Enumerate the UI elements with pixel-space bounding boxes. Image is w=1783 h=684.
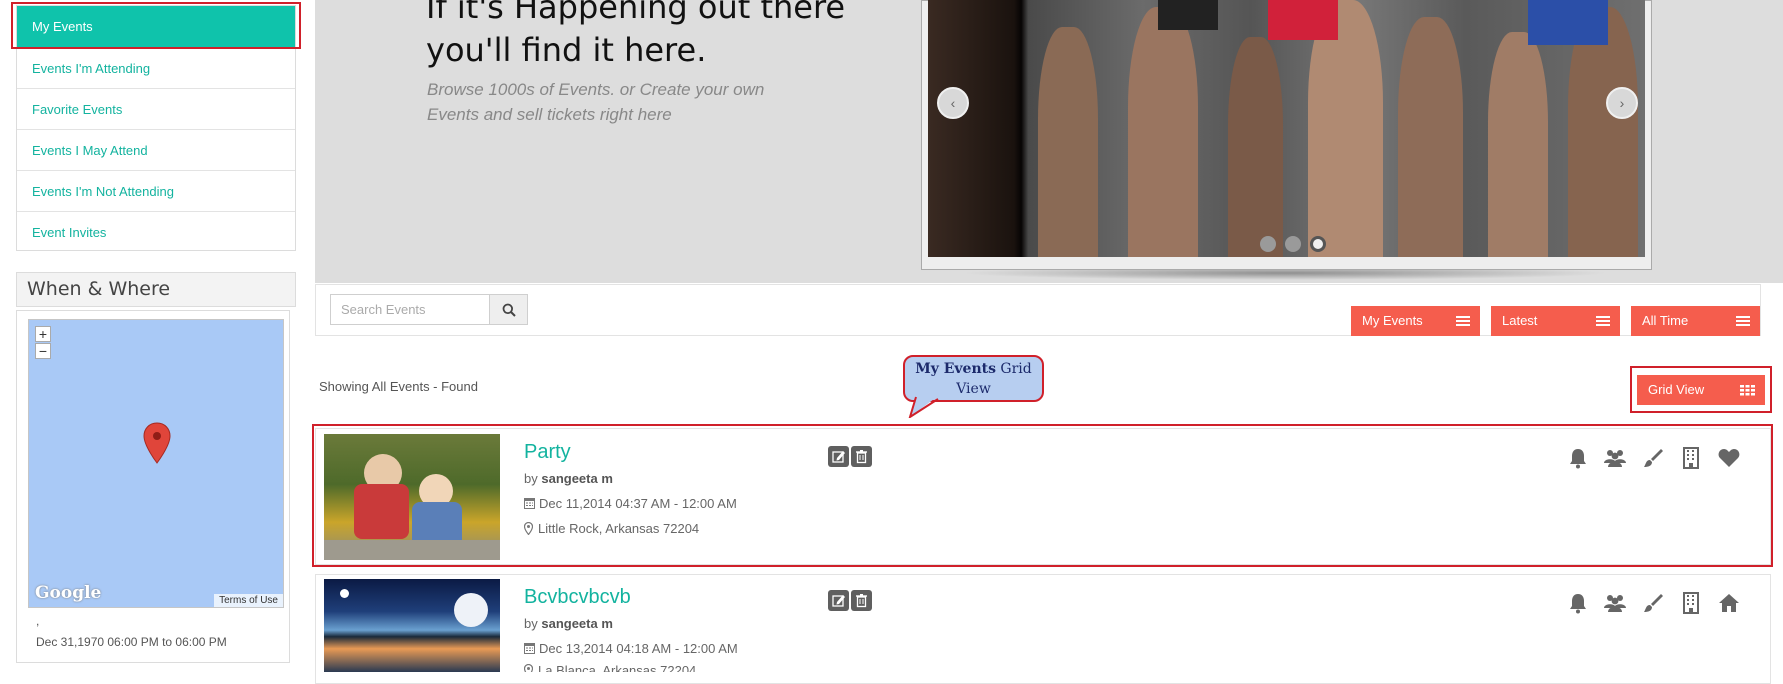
- filter-latest-label: Latest: [1502, 313, 1538, 328]
- filter-all-time-button[interactable]: All Time: [1631, 306, 1760, 336]
- search-input[interactable]: Search Events: [330, 294, 490, 325]
- event-location-text: La Blanca, Arkansas 72204: [538, 663, 697, 672]
- annotation-callout: My Events Grid View: [903, 355, 1044, 402]
- event-location-text: Little Rock, Arkansas 72204: [538, 521, 700, 536]
- brush-icon[interactable]: [1641, 591, 1665, 615]
- brush-icon[interactable]: [1641, 446, 1665, 470]
- building-icon[interactable]: [1679, 446, 1703, 470]
- event-date: Dec 11,2014 04:37 AM - 12:00 AM: [524, 496, 737, 511]
- google-logo: Google: [35, 583, 102, 603]
- heart-icon[interactable]: [1717, 446, 1741, 470]
- location-pin-icon: [523, 521, 534, 536]
- when-where-title: When & Where: [16, 272, 296, 307]
- map-zoom-out-button[interactable]: −: [35, 343, 51, 359]
- event-author: by sangeeta m: [524, 471, 613, 486]
- sidebar-menu: My Events Events I'm Attending Favorite …: [16, 5, 296, 251]
- event-location: Little Rock, Arkansas 72204: [523, 521, 700, 536]
- slider-image-runners: [928, 0, 1645, 257]
- slider-prev-button[interactable]: ‹: [937, 87, 969, 119]
- event-author: by sangeeta m: [524, 616, 613, 631]
- sidebar-item-not-attending[interactable]: Events I'm Not Attending: [17, 170, 295, 211]
- slider-dot-3[interactable]: [1310, 236, 1326, 252]
- grid-view-label: Grid View: [1648, 382, 1705, 397]
- home-icon[interactable]: [1717, 591, 1741, 615]
- sidebar-item-invites[interactable]: Event Invites: [17, 211, 295, 252]
- event-location: La Blanca, Arkansas 72204: [524, 663, 696, 672]
- filter-latest-button[interactable]: Latest: [1491, 306, 1620, 336]
- hero-subtitle: Browse 1000s of Events. or Create your o…: [427, 80, 765, 124]
- grid-view-button[interactable]: Grid View: [1637, 375, 1765, 405]
- slider-dot-2[interactable]: [1285, 236, 1301, 252]
- grid-icon: [1740, 385, 1755, 396]
- list-icon: [1596, 316, 1610, 326]
- edit-icon: [832, 451, 845, 463]
- event-title-link[interactable]: Party: [524, 441, 571, 464]
- map-terms-link[interactable]: Terms of Use: [214, 594, 283, 607]
- location-map[interactable]: + − Google Terms of Use: [28, 319, 284, 608]
- search-icon: [502, 303, 516, 317]
- filter-all-time-label: All Time: [1642, 313, 1689, 328]
- map-marker-icon[interactable]: [143, 422, 171, 464]
- results-count-text: Showing All Events - Found: [319, 379, 478, 394]
- edit-icon: [832, 595, 845, 607]
- map-zoom-in-button[interactable]: +: [35, 326, 51, 342]
- delete-event-button[interactable]: [851, 590, 872, 611]
- bell-icon[interactable]: [1566, 591, 1590, 615]
- group-icon[interactable]: [1603, 446, 1627, 470]
- hero-title-line1: If it's Happening out there: [426, 0, 846, 26]
- event-by-label: by: [524, 471, 538, 486]
- edit-event-button[interactable]: [828, 590, 849, 611]
- event-title-link[interactable]: Bcvbcvbcvb: [524, 586, 631, 609]
- calendar-icon: [524, 643, 535, 654]
- edit-event-button[interactable]: [828, 446, 849, 467]
- list-icon: [1456, 316, 1470, 326]
- filter-my-events-button[interactable]: My Events: [1351, 306, 1480, 336]
- sidebar-item-favorite[interactable]: Favorite Events: [17, 88, 295, 129]
- delete-event-button[interactable]: [851, 446, 872, 467]
- slider-next-button[interactable]: ›: [1606, 87, 1638, 119]
- slider-dot-1[interactable]: [1260, 236, 1276, 252]
- location-pin-icon: [524, 663, 534, 672]
- list-icon: [1736, 316, 1750, 326]
- event-datetime-text: Dec 31,1970 06:00 PM to 06:00 PM: [36, 635, 227, 649]
- trash-icon: [856, 450, 867, 464]
- event-location-text: ,: [36, 614, 40, 628]
- hero-title: If it's Happening out there you'll find …: [426, 0, 845, 72]
- event-thumbnail[interactable]: [324, 579, 500, 672]
- callout-tail: [908, 396, 939, 418]
- sidebar-item-my-events[interactable]: My Events: [17, 6, 295, 47]
- event-by-label: by: [524, 616, 538, 631]
- event-thumbnail[interactable]: [324, 434, 500, 560]
- bell-icon[interactable]: [1566, 446, 1590, 470]
- sidebar-item-may-attend[interactable]: Events I May Attend: [17, 129, 295, 170]
- event-author-name[interactable]: sangeeta m: [541, 616, 613, 631]
- event-datetime: Dec 11,2014 04:37 AM - 12:00 AM: [539, 496, 737, 511]
- calendar-icon: [524, 498, 535, 509]
- group-icon[interactable]: [1603, 591, 1627, 615]
- sidebar-item-attending[interactable]: Events I'm Attending: [17, 47, 295, 88]
- hero-title-line2: you'll find it here.: [426, 31, 707, 69]
- event-author-name[interactable]: sangeeta m: [541, 471, 613, 486]
- building-icon[interactable]: [1679, 591, 1703, 615]
- event-datetime: Dec 13,2014 04:18 AM - 12:00 AM: [539, 641, 738, 656]
- callout-bold-text: My Events: [915, 361, 996, 377]
- filter-my-events-label: My Events: [1362, 313, 1423, 328]
- event-date: Dec 13,2014 04:18 AM - 12:00 AM: [524, 641, 738, 656]
- search-button[interactable]: [489, 294, 528, 325]
- trash-icon: [856, 594, 867, 608]
